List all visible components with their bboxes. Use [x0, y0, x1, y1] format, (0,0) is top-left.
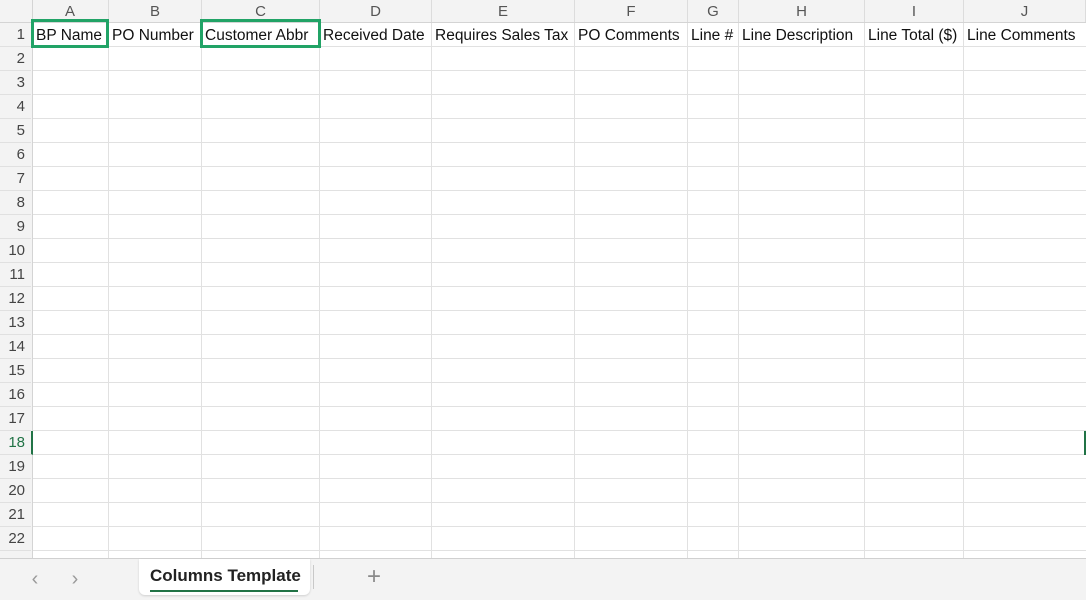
row-header-bar: 1 2 3 4 5 6 7 8 9 10 11 12 13 14 15 16 1… — [0, 23, 33, 558]
cell-area[interactable]: BP Name PO Number Customer Abbr Received… — [31, 19, 1086, 558]
row-header[interactable]: 5 — [0, 119, 31, 143]
gridline — [33, 262, 1086, 263]
row-header-active[interactable]: 18 — [0, 431, 33, 455]
column-header-i[interactable]: I — [865, 0, 964, 22]
header-cell-po-comments[interactable]: PO Comments — [575, 24, 687, 47]
row-header[interactable]: 14 — [0, 335, 31, 359]
gridline — [33, 406, 1086, 407]
column-header-j[interactable]: J — [964, 0, 1086, 22]
column-header-f[interactable]: F — [575, 0, 688, 22]
header-cell-bp-name[interactable]: BP Name — [33, 24, 108, 47]
row-header[interactable]: 4 — [0, 95, 31, 119]
header-cell-line-description[interactable]: Line Description — [739, 24, 864, 47]
gridline — [33, 286, 1086, 287]
gridline — [33, 70, 1086, 71]
column-header-a[interactable]: A — [32, 0, 109, 22]
sheet-tab-columns-template[interactable]: Columns Template — [139, 559, 310, 595]
row-header[interactable]: 19 — [0, 455, 31, 479]
add-sheet-button[interactable]: + — [362, 565, 386, 589]
column-header-h[interactable]: H — [739, 0, 865, 22]
select-all-corner[interactable] — [0, 0, 33, 22]
row-header[interactable]: 21 — [0, 503, 31, 527]
gridline — [33, 478, 1086, 479]
header-cell-customer-abbr[interactable]: Customer Abbr — [202, 24, 319, 47]
row-header[interactable]: 8 — [0, 191, 31, 215]
gridline — [33, 238, 1086, 239]
row-header[interactable]: 1 — [0, 23, 31, 47]
gridline — [33, 502, 1086, 503]
row-header[interactable]: 13 — [0, 311, 31, 335]
row-header[interactable]: 15 — [0, 359, 31, 383]
row-header[interactable]: 7 — [0, 167, 31, 191]
row-header[interactable]: 2 — [0, 47, 31, 71]
header-cell-requires-sales-tax[interactable]: Requires Sales Tax — [432, 24, 574, 47]
row-header[interactable]: 17 — [0, 407, 31, 431]
row-header[interactable]: 11 — [0, 263, 31, 287]
tab-divider — [313, 565, 314, 589]
spreadsheet-grid[interactable]: A B C D E F G H I J 1 2 3 4 5 6 7 8 9 10… — [0, 0, 1086, 558]
header-cell-received-date[interactable]: Received Date — [320, 24, 431, 47]
gridline — [33, 334, 1086, 335]
gridline — [33, 94, 1086, 95]
header-cell-line-total[interactable]: Line Total ($) — [865, 24, 963, 47]
row-header[interactable]: 16 — [0, 383, 31, 407]
column-header-c[interactable]: C — [202, 0, 320, 22]
chevron-right-icon[interactable]: › — [63, 567, 87, 591]
column-header-g[interactable]: G — [688, 0, 739, 22]
gridline — [33, 526, 1086, 527]
column-header-bar: A B C D E F G H I J — [0, 0, 1086, 23]
gridline — [33, 166, 1086, 167]
column-header-e[interactable]: E — [432, 0, 575, 22]
row-header[interactable]: 12 — [0, 287, 31, 311]
gridline — [33, 190, 1086, 191]
row-header[interactable]: 20 — [0, 479, 31, 503]
sheet-tab-label: Columns Template — [150, 566, 301, 585]
gridline — [33, 214, 1086, 215]
gridline — [33, 142, 1086, 143]
gridline — [33, 310, 1086, 311]
column-header-b[interactable]: B — [109, 0, 202, 22]
chevron-left-icon[interactable]: ‹ — [23, 567, 47, 591]
row-header[interactable]: 9 — [0, 215, 31, 239]
header-cell-line-comments[interactable]: Line Comments — [964, 24, 1086, 47]
row-header[interactable]: 6 — [0, 143, 31, 167]
gridline — [33, 118, 1086, 119]
row-header[interactable]: 22 — [0, 527, 31, 551]
column-header-d[interactable]: D — [320, 0, 432, 22]
active-tab-underline — [150, 590, 298, 592]
row-header[interactable]: 3 — [0, 71, 31, 95]
row-header[interactable]: 10 — [0, 239, 31, 263]
header-cell-po-number[interactable]: PO Number — [109, 24, 201, 47]
gridline — [33, 454, 1086, 455]
header-cell-line-number[interactable]: Line # — [688, 24, 738, 47]
sheet-tab-bar: ‹ › Columns Template + — [0, 558, 1086, 600]
gridline — [33, 550, 1086, 551]
gridline — [33, 382, 1086, 383]
gridline — [33, 430, 1086, 431]
gridline — [33, 358, 1086, 359]
